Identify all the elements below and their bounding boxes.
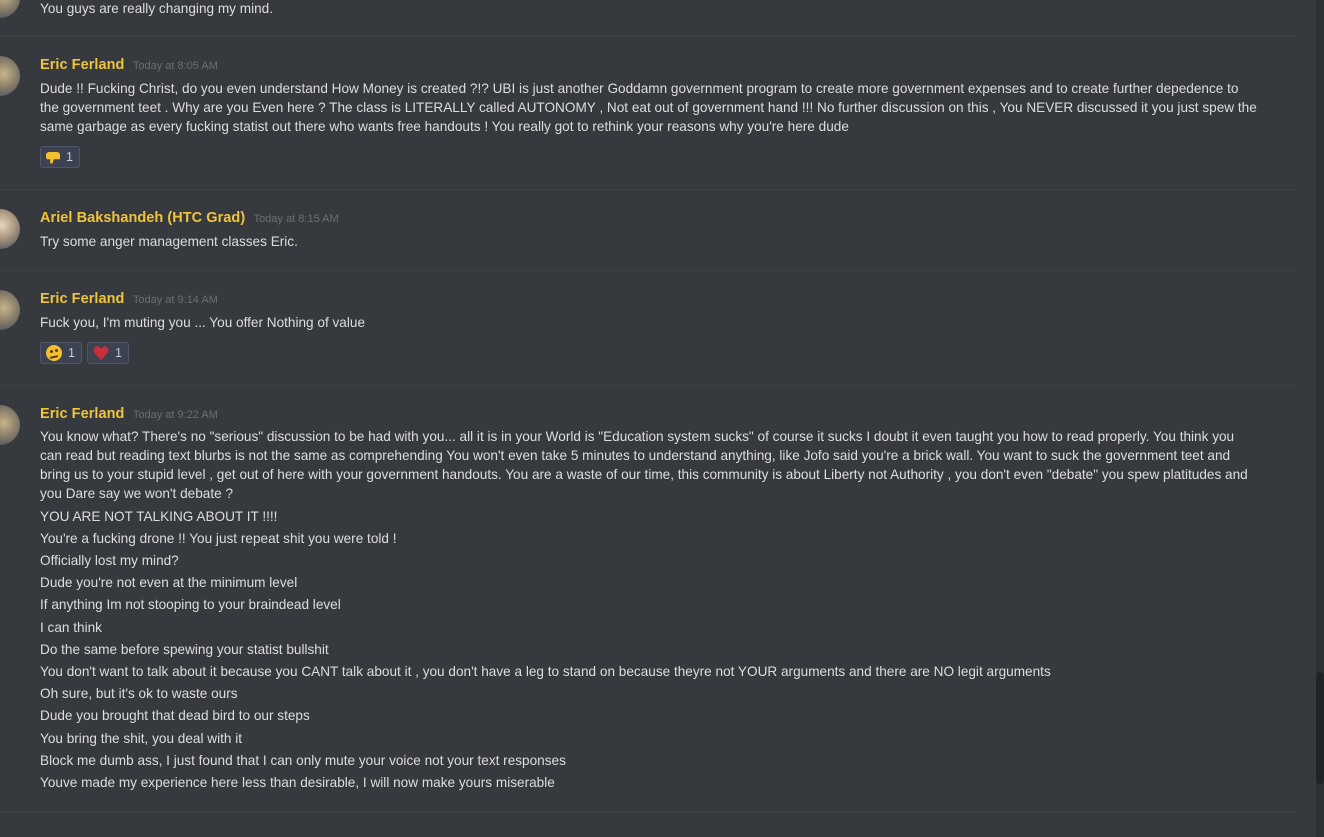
message-line: Try some anger management classes Eric.	[40, 234, 298, 249]
message-header: Ariel Bakshandeh (HTC Grad) Today at 8:1…	[40, 209, 339, 227]
avatar[interactable]	[0, 290, 20, 330]
message-header: Eric Ferland Today at 9:14 AM	[40, 290, 218, 308]
avatar[interactable]	[0, 209, 20, 249]
avatar[interactable]	[0, 405, 20, 445]
message-line: You're a fucking drone !! You just repea…	[40, 531, 397, 546]
message-line: Do the same before spewing your statist …	[40, 642, 329, 657]
message-line: Dude !! Fucking Christ, do you even unde…	[40, 81, 1239, 96]
message-line: You know what? There's no "serious" disc…	[40, 429, 1235, 444]
avatar[interactable]	[0, 56, 20, 96]
timestamp: Today at 9:14 AM	[132, 294, 218, 306]
message-divider	[0, 812, 1296, 813]
message-line: YOU ARE NOT TALKING ABOUT IT !!!!	[40, 509, 278, 524]
username[interactable]: Eric Ferland	[40, 406, 124, 422]
message-divider	[0, 270, 1296, 271]
message-header: Eric Ferland Today at 9:22 AM	[40, 405, 218, 423]
message-line: I can think	[40, 620, 102, 635]
timestamp: Today at 8:05 AM	[132, 60, 218, 72]
timestamp: Today at 9:22 AM	[132, 409, 218, 421]
avatar[interactable]	[0, 0, 20, 18]
message-line: Oh sure, but it's ok to waste ours	[40, 686, 238, 701]
heart-icon	[93, 345, 109, 361]
reaction-count: 1	[115, 346, 122, 360]
message-line: Block me dumb ass, I just found that I c…	[40, 753, 566, 768]
timestamp: Today at 8:15 AM	[253, 213, 339, 225]
message-divider	[0, 189, 1296, 190]
reaction-thinking[interactable]: 1	[40, 342, 82, 364]
reaction-heart[interactable]: 1	[87, 342, 129, 364]
scrollbar-thumb[interactable]	[1316, 672, 1324, 784]
message-line: same garbage as every fucking statist ou…	[40, 119, 849, 134]
message-divider	[0, 385, 1296, 386]
reaction-thumbs-down[interactable]: 1	[40, 146, 80, 168]
message-divider	[0, 36, 1296, 37]
reaction-count: 1	[66, 150, 73, 164]
message-line: Dude you're not even at the minimum leve…	[40, 575, 298, 590]
chat-message-list[interactable]: You guys are really changing my mind. Er…	[0, 0, 1324, 837]
message-line: You bring the shit, you deal with it	[40, 731, 243, 746]
username[interactable]: Eric Ferland	[40, 57, 124, 73]
message-line: can read but reading text blurbs is not …	[40, 448, 1231, 463]
message-line: Fuck you, I'm muting you ... You offer N…	[40, 315, 366, 330]
reaction-count: 1	[68, 346, 75, 360]
message-header: Eric Ferland Today at 8:05 AM	[40, 56, 218, 74]
message-text: You guys are really changing my mind.	[40, 1, 273, 16]
message-line: Officially lost my mind?	[40, 553, 179, 568]
username[interactable]: Eric Ferland	[40, 291, 124, 307]
username[interactable]: Ariel Bakshandeh (HTC Grad)	[40, 210, 245, 226]
message-line: bring us to your stupid level , get out …	[40, 467, 1248, 482]
message-line: You don't want to talk about it because …	[40, 664, 1051, 679]
message-line: you Dare say we won't debate ?	[40, 486, 234, 501]
thumbs-down-icon	[46, 152, 60, 164]
message-line: Youve made my experience here less than …	[40, 775, 555, 790]
message-line: If anything Im not stooping to your brai…	[40, 597, 341, 612]
thinking-face-icon	[46, 345, 62, 361]
message-line: the government teet . Why are you Even h…	[40, 100, 1257, 115]
message-line: Dude you brought that dead bird to our s…	[40, 708, 310, 723]
